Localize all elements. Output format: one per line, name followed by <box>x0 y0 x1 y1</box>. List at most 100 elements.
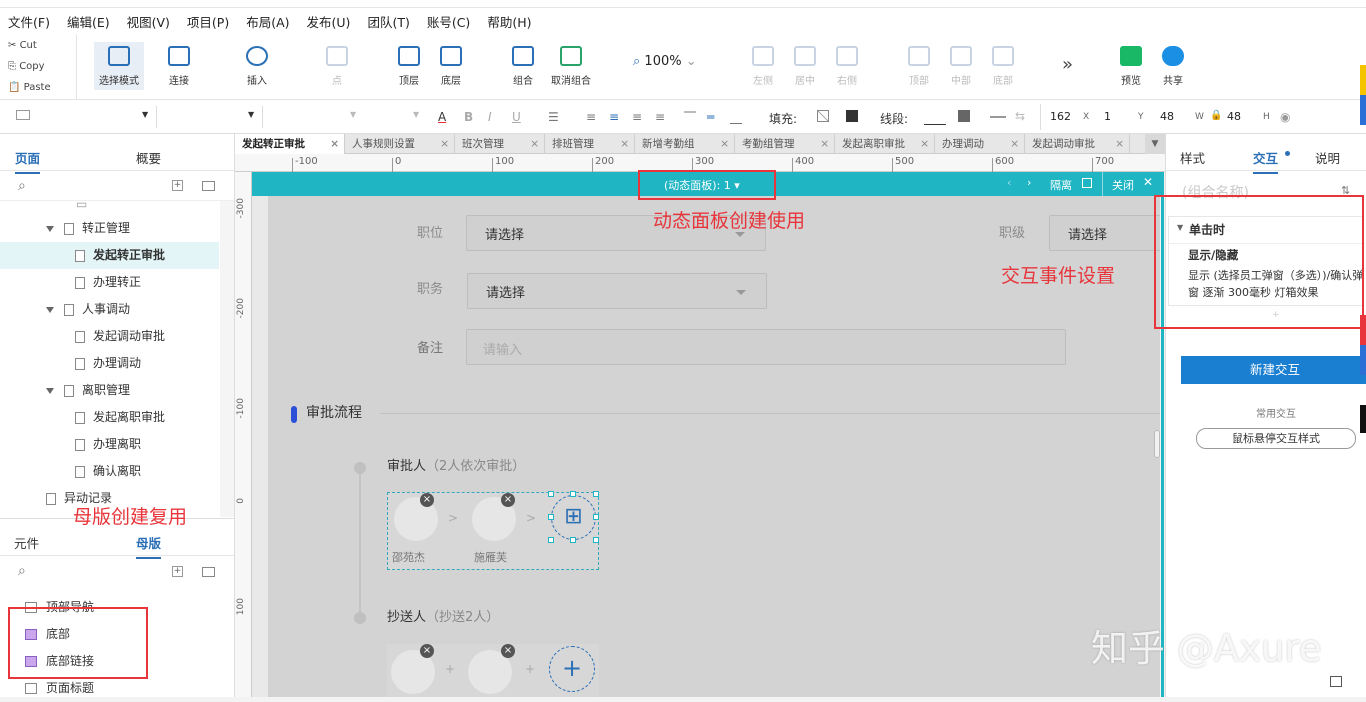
collapse-icon[interactable] <box>46 225 54 232</box>
selection-handle[interactable] <box>570 537 576 543</box>
isolate-icon[interactable] <box>1082 178 1092 188</box>
fill-shadow-swatch[interactable] <box>846 110 858 122</box>
canvas-scrollbar-thumb[interactable] <box>1154 430 1160 458</box>
valign-middle-icon[interactable]: ═ <box>707 110 714 124</box>
sidebar-item-page[interactable]: 确认离职 <box>0 458 219 485</box>
remark-input[interactable]: 请输入 <box>466 329 1066 365</box>
tab-notes[interactable]: 说明 <box>1315 148 1340 167</box>
search-icon[interactable]: ⌕ <box>18 563 26 579</box>
document-tab[interactable]: 发起离职审批 × <box>835 134 935 154</box>
paste-button[interactable]: 📋 Paste <box>8 82 51 93</box>
close-panel-button[interactable]: 关闭 <box>1112 177 1134 193</box>
fill-color-swatch[interactable] <box>817 110 829 122</box>
document-tab[interactable]: 考勤组管理 × <box>735 134 835 154</box>
sidebar-item-folder[interactable]: 转正管理 <box>0 215 219 242</box>
selection-handle[interactable] <box>593 514 599 520</box>
ungroup-button[interactable]: 取消组合 <box>546 46 596 87</box>
sidebar-item-page[interactable]: 发起调动审批 <box>0 323 219 350</box>
copy-button[interactable]: ⎘ Copy <box>8 61 45 72</box>
more-tools-button[interactable]: » <box>1062 54 1073 75</box>
select-mode-button[interactable]: 选择模式 <box>94 42 144 90</box>
close-icon[interactable]: × <box>820 134 829 154</box>
collapse-icon[interactable] <box>46 306 54 313</box>
menu-help[interactable]: 帮助(H) <box>487 12 531 31</box>
close-icon[interactable]: × <box>920 134 929 154</box>
close-icon[interactable]: ✕ <box>1143 175 1153 189</box>
design-canvas[interactable]: 职位 请选择 职级 请选择 职务 请选择 备注 请输入 审批流程 审批人（2人依… <box>252 172 1164 697</box>
close-icon[interactable]: × <box>440 134 449 154</box>
folder-icon[interactable] <box>202 181 215 191</box>
add-page-icon[interactable]: + <box>172 180 183 191</box>
document-tab[interactable]: 人事规则设置 × <box>345 134 455 154</box>
selection-handle[interactable] <box>548 537 554 543</box>
menu-view[interactable]: 视图(V) <box>127 12 170 31</box>
selection-handle[interactable] <box>570 491 576 497</box>
selection-handle[interactable] <box>593 491 599 497</box>
sidebar-item-page[interactable]: 发起离职审批 <box>0 404 219 431</box>
cc-group[interactable]: × + × + + <box>387 644 599 697</box>
tab-outline[interactable]: 概要 <box>136 148 161 167</box>
master-item[interactable]: 页面标题 <box>25 675 94 702</box>
new-interaction-button[interactable]: 新建交互 <box>1181 356 1366 384</box>
align-right-button[interactable]: 右侧 <box>822 46 872 87</box>
search-icon[interactable]: ⌕ <box>18 178 26 194</box>
h-input[interactable]: 48 <box>1227 110 1241 123</box>
hover-style-button[interactable]: 鼠标悬停交互样式 <box>1196 428 1356 449</box>
remove-approver-icon[interactable]: × <box>420 493 434 507</box>
isolate-button[interactable]: 隔离 <box>1050 177 1072 193</box>
sidebar-item-page[interactable]: 办理调动 <box>0 350 219 377</box>
close-icon[interactable]: × <box>330 134 339 154</box>
page-tree-scrollbar[interactable] <box>220 201 234 517</box>
y-input[interactable]: 1 <box>1104 110 1111 123</box>
share-button[interactable]: 共享 <box>1148 46 1198 87</box>
valign-bottom-icon[interactable]: ⎽ <box>730 110 742 125</box>
send-to-back-button[interactable]: 底层 <box>426 46 476 87</box>
level-select[interactable]: 请选择 <box>1049 215 1160 251</box>
sidebar-item-page[interactable]: 发起转正审批 <box>0 242 219 269</box>
close-icon[interactable]: × <box>620 134 629 154</box>
remove-cc-icon[interactable]: × <box>420 644 434 658</box>
w-input[interactable]: 48 <box>1160 110 1174 123</box>
close-icon[interactable]: × <box>530 134 539 154</box>
remove-cc-icon[interactable]: × <box>501 644 515 658</box>
x-input[interactable]: 162 <box>1050 110 1071 123</box>
stroke-width-select[interactable] <box>924 124 946 125</box>
align-bottom-button[interactable]: 底部 <box>978 46 1028 87</box>
sidebar-item-folder[interactable]: 离职管理 <box>0 377 219 404</box>
valign-top-icon[interactable]: ⎺ <box>684 110 696 125</box>
menu-project[interactable]: 项目(P) <box>187 12 229 31</box>
font-color-button[interactable]: A <box>438 110 446 124</box>
insert-button[interactable]: 插入 <box>232 46 282 87</box>
tab-widgets[interactable]: 元件 <box>14 533 39 552</box>
group-button[interactable]: 组合 <box>498 46 548 87</box>
lock-icon[interactable]: 🔒 <box>1210 110 1222 121</box>
document-tab[interactable]: 班次管理 × <box>455 134 545 154</box>
selection-handle[interactable] <box>593 537 599 543</box>
sidebar-item-page[interactable]: 办理转正 <box>0 269 219 296</box>
restore-icon[interactable] <box>1330 676 1342 687</box>
menu-file[interactable]: 文件(F) <box>8 12 50 31</box>
bullet-list-icon[interactable]: ☰ <box>548 110 559 124</box>
justify-icon[interactable]: ≡ <box>655 110 665 124</box>
selection-handle[interactable] <box>548 491 554 497</box>
add-master-icon[interactable]: + <box>172 566 183 577</box>
approver-group[interactable]: × 邵苑杰 > × 施雁芙 > ⊞ <box>387 491 599 570</box>
remove-approver-icon[interactable]: × <box>501 493 515 507</box>
sidebar-item-folder[interactable]: 人事调动 <box>0 296 219 323</box>
stroke-pattern-select[interactable] <box>990 116 1006 118</box>
add-approver-icon[interactable]: ⊞ <box>551 495 596 540</box>
zoom-control[interactable]: ⌕ 100% ⌄ <box>633 54 697 69</box>
menu-layout[interactable]: 布局(A) <box>246 12 289 31</box>
bold-button[interactable]: B <box>464 110 473 124</box>
connect-button[interactable]: 连接 <box>154 46 204 87</box>
arrow-style-icon[interactable]: ⇆ <box>1015 109 1025 123</box>
stroke-color-swatch[interactable] <box>958 110 970 122</box>
document-tab[interactable]: 办理调动 × <box>935 134 1025 154</box>
previous-state-icon[interactable]: ‹ <box>1007 176 1011 189</box>
document-tab[interactable]: 新增考勤组 × <box>635 134 735 154</box>
menu-edit[interactable]: 编辑(E) <box>67 12 110 31</box>
add-cc-icon[interactable]: + <box>549 646 595 692</box>
menu-team[interactable]: 团队(T) <box>367 12 409 31</box>
align-text-right-icon[interactable]: ≡ <box>632 110 642 124</box>
sidebar-item-page[interactable]: 办理离职 <box>0 431 219 458</box>
